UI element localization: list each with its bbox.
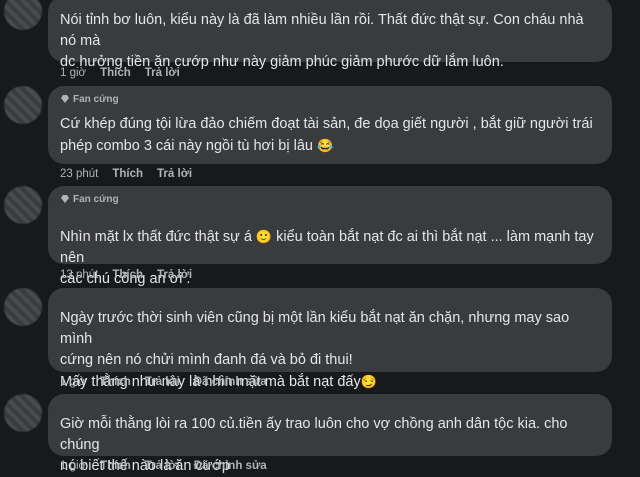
avatar[interactable] [4, 86, 42, 124]
emoji: 😏 [360, 374, 377, 389]
comment-actions: 1 giờ Thích Trả lời Đã chỉnh sửa [60, 376, 267, 388]
comment-actions: 1 giờ Thích Trả lời Đã chỉnh sửa [60, 460, 267, 472]
avatar[interactable] [4, 0, 42, 30]
comment-text: Cứ khép đúng tội lừa đảo chiếm đoạt tài … [60, 114, 600, 157]
like-button[interactable]: Thích [100, 376, 131, 388]
emoji: 🙂 [255, 229, 273, 244]
comment-actions: 1 giờ Thích Trả lời [60, 67, 180, 79]
like-button[interactable]: Thích [100, 67, 131, 79]
comment-bubble: Nói tỉnh bơ luôn, kiểu này là đã làm nhi… [48, 0, 612, 70]
diamond-icon [61, 95, 69, 103]
timestamp[interactable]: 23 phút [60, 168, 98, 180]
emoji: 😂 [316, 138, 334, 153]
comment-bubble: Ngày trước thời sinh viên cũng bị một lầ… [48, 288, 612, 390]
badge-label: Fan cứng [73, 193, 119, 205]
comment-text-a: Nhìn mặt lx thất đức thật sự á [60, 229, 252, 245]
timestamp[interactable]: 1 giờ [60, 376, 86, 388]
comment-actions: 23 phút Thích Trả lời [60, 168, 192, 180]
avatar[interactable] [4, 186, 42, 224]
like-button[interactable]: Thích [100, 460, 131, 472]
avatar[interactable] [4, 288, 42, 326]
comment-bubble: Giờ mỗi thằng lòi ra 100 củ.tiền ấy trao… [48, 394, 612, 474]
edited-label[interactable]: Đã chỉnh sửa [194, 376, 267, 388]
diamond-icon [61, 195, 69, 203]
edited-label[interactable]: Đã chỉnh sửa [194, 460, 267, 472]
author-row: Fan cứng [60, 92, 600, 106]
reply-button[interactable]: Trả lời [157, 269, 192, 281]
comment-bubble: Fan cứng Cứ khép đúng tội lừa đảo chiếm … [48, 86, 612, 164]
avatar[interactable] [4, 394, 42, 432]
like-button[interactable]: Thích [112, 168, 143, 180]
comment-actions: 13 phút Thích Trả lời [60, 269, 192, 281]
reply-button[interactable]: Trả lời [145, 67, 180, 79]
timestamp[interactable]: 1 giờ [60, 67, 86, 79]
reply-button[interactable]: Trả lời [157, 168, 192, 180]
badge-label: Fan cứng [73, 93, 119, 105]
reply-button[interactable]: Trả lời [145, 460, 180, 472]
timestamp[interactable]: 1 giờ [60, 460, 86, 472]
like-button[interactable]: Thích [112, 269, 143, 281]
reply-button[interactable]: Trả lời [145, 376, 180, 388]
fan-badge: Fan cứng [60, 94, 119, 105]
comment-bubble: Fan cứng Nhìn mặt lx thất đức thật sự á … [48, 186, 612, 287]
author-row: Fan cứng [60, 192, 600, 206]
comment-text: Nói tỉnh bơ luôn, kiểu này là đã làm nhi… [60, 12, 584, 70]
fan-badge: Fan cứng [60, 194, 119, 205]
timestamp[interactable]: 13 phút [60, 269, 98, 281]
